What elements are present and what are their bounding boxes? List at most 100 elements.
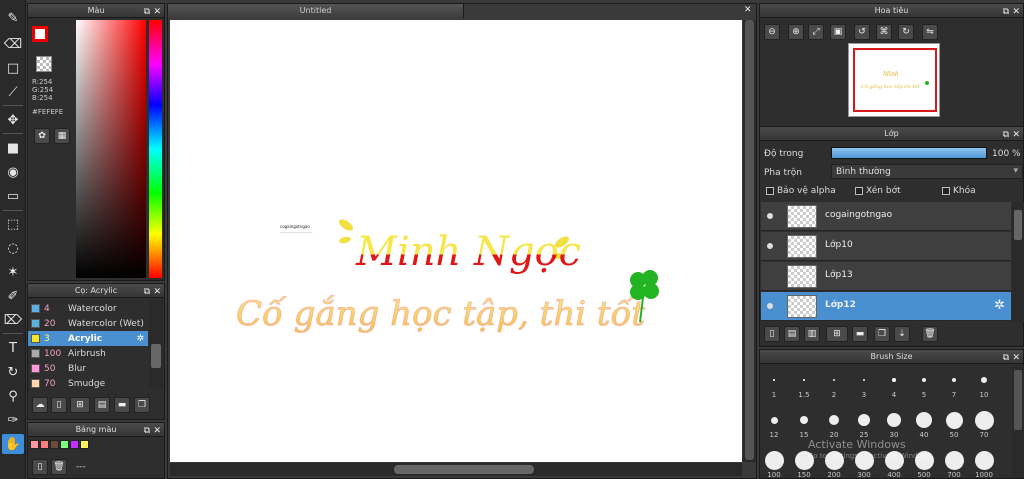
brush-size-dot[interactable] — [858, 414, 870, 426]
color-history-icon[interactable]: ▦ — [54, 128, 70, 144]
expand-icon[interactable]: ⧉ — [1003, 128, 1009, 142]
visibility-icon[interactable] — [767, 303, 773, 309]
brush-item[interactable]: 100 Airbrush — [28, 346, 148, 361]
layer-folder-icon[interactable]: ▬ — [852, 326, 868, 342]
protect-alpha-checkbox[interactable]: Bảo vệ alpha — [766, 186, 836, 196]
brush-size-dot[interactable] — [951, 377, 957, 383]
visibility-icon[interactable] — [767, 213, 773, 219]
line-tool-icon[interactable]: ⟋ — [2, 82, 24, 102]
text-tool-icon[interactable]: T — [2, 338, 24, 358]
rectangle-tool-icon[interactable]: □ — [2, 58, 24, 78]
close-icon[interactable]: ✕ — [1012, 351, 1020, 365]
brush-add-icon[interactable]: ⊞ — [70, 397, 90, 413]
brush-settings-icon[interactable]: ▤ — [94, 397, 110, 413]
brush-size-scrollbar[interactable] — [1012, 366, 1024, 478]
layer-row[interactable]: Lớp10 — [761, 232, 1011, 261]
palette-swatch[interactable] — [30, 440, 39, 449]
hand-tool-icon[interactable]: ✋ — [2, 434, 24, 454]
rotate-right-icon[interactable]: ↻ — [898, 24, 914, 40]
brush-size-dot[interactable] — [773, 379, 775, 381]
pen-tool-icon[interactable]: ✑ — [2, 410, 24, 430]
eyedropper-tool-icon[interactable]: ⚲ — [2, 386, 24, 406]
brush-size-dot[interactable] — [800, 416, 808, 424]
canvas-vertical-scrollbar[interactable] — [743, 20, 756, 462]
foreground-color-swatch[interactable] — [32, 26, 48, 42]
close-icon[interactable]: ✕ — [153, 5, 161, 19]
brush-item[interactable]: 70 Smudge — [28, 376, 148, 391]
transparent-color-swatch[interactable] — [36, 56, 52, 72]
color-palette-icon[interactable]: ✿ — [34, 128, 50, 144]
brush-size-dot[interactable] — [974, 410, 994, 430]
select-pen-tool-icon[interactable]: ✐ — [2, 286, 24, 306]
close-icon[interactable]: ✕ — [153, 424, 161, 438]
new-layer-1bit-icon[interactable]: ▥ — [804, 326, 820, 342]
gear-icon[interactable]: ✲ — [136, 334, 144, 344]
brush-item[interactable]: 20 Watercolor (Wet) — [28, 316, 148, 331]
blend-mode-select[interactable]: Bình thường ▾ — [831, 164, 1023, 179]
brush-size-dot[interactable] — [764, 450, 784, 470]
new-layer-8bit-icon[interactable]: ▤ — [784, 326, 800, 342]
expand-icon[interactable]: ⧉ — [144, 285, 150, 299]
layer-row[interactable]: cogaingotngao — [761, 202, 1011, 231]
visibility-icon[interactable] — [767, 243, 773, 249]
move-tool-icon[interactable]: ✥ — [2, 110, 24, 130]
eraser-tool-icon[interactable]: ⌫ — [2, 34, 24, 54]
merge-layer-icon[interactable]: ⇣ — [894, 326, 910, 342]
gear-icon[interactable]: ✲ — [994, 298, 1005, 313]
bucket-tool-icon[interactable]: ◉ — [2, 162, 24, 182]
brush-size-dot[interactable] — [770, 416, 778, 424]
brush-item[interactable]: 50 Blur — [28, 361, 148, 376]
operation-tool-icon[interactable]: ↻ — [2, 362, 24, 382]
brush-size-dot[interactable] — [922, 378, 926, 382]
brush-size-dot[interactable] — [981, 377, 987, 383]
expand-icon[interactable]: ⧉ — [144, 5, 150, 19]
brush-size-dot[interactable] — [829, 415, 839, 425]
clip-checkbox[interactable]: Xén bớt — [855, 186, 901, 196]
fit-screen-icon[interactable]: ⤢ — [808, 24, 824, 40]
palette-swatch[interactable] — [60, 440, 69, 449]
brush-size-dot[interactable] — [833, 379, 835, 381]
brush-size-dot[interactable] — [887, 413, 901, 427]
zoom-in-icon[interactable]: ⊕ — [788, 24, 804, 40]
magic-wand-tool-icon[interactable]: ✶ — [2, 262, 24, 282]
flip-icon[interactable]: ⇋ — [922, 24, 938, 40]
palette-delete-icon[interactable]: 🗑 — [51, 459, 67, 475]
close-document-icon[interactable]: ✕ — [744, 5, 752, 15]
close-icon[interactable]: ✕ — [1012, 5, 1020, 19]
brush-size-dot[interactable] — [803, 379, 805, 381]
add-layer-menu-icon[interactable]: ⊞ — [826, 326, 848, 342]
lasso-tool-icon[interactable]: ◌ — [2, 238, 24, 258]
palette-swatch[interactable] — [80, 440, 89, 449]
layer-row[interactable]: Lớp13 — [761, 262, 1011, 291]
layer-row[interactable]: Lớp12 ✲ — [761, 292, 1011, 321]
reset-rotate-icon[interactable]: ⌘ — [876, 24, 892, 40]
hue-slider[interactable] — [149, 20, 162, 278]
brush-new-icon[interactable]: ▯ — [51, 397, 67, 413]
fill-rect-tool-icon[interactable]: ■ — [2, 138, 24, 158]
palette-swatch[interactable] — [40, 440, 49, 449]
brush-size-dot[interactable] — [862, 378, 866, 382]
saturation-value-picker[interactable] — [76, 20, 146, 278]
new-layer-icon[interactable]: ▯ — [764, 326, 780, 342]
document-tab[interactable]: Untitled — [168, 4, 464, 18]
brush-size-dot[interactable] — [945, 411, 963, 429]
lock-checkbox[interactable]: Khóa — [942, 186, 976, 196]
expand-icon[interactable]: ⧉ — [1003, 351, 1009, 365]
palette-new-icon[interactable]: ▯ — [32, 459, 48, 475]
brush-tool-icon[interactable]: ✎ — [2, 8, 24, 28]
brush-folder-icon[interactable]: ▬ — [114, 397, 130, 413]
layer-list-scrollbar[interactable] — [1012, 202, 1024, 322]
duplicate-layer-icon[interactable]: ❐ — [874, 326, 890, 342]
close-icon[interactable]: ✕ — [153, 285, 161, 299]
canvas[interactable]: cogaingotngao ~~~~~~~~~~~~~ Minh Ngọc Cố… — [170, 20, 742, 462]
delete-layer-icon[interactable]: 🗑 — [922, 326, 938, 342]
actual-size-icon[interactable]: ▣ — [830, 24, 846, 40]
brush-cloud-icon[interactable]: ☁ — [32, 397, 48, 413]
brush-size-dot[interactable] — [974, 450, 994, 470]
palette-swatch[interactable] — [70, 440, 79, 449]
select-eraser-tool-icon[interactable]: ⌦ — [2, 310, 24, 330]
canvas-horizontal-scrollbar[interactable] — [170, 463, 742, 476]
select-rect-tool-icon[interactable]: ⬚ — [2, 214, 24, 234]
brush-copy-icon[interactable]: ❐ — [134, 397, 150, 413]
zoom-out-icon[interactable]: ⊖ — [764, 24, 780, 40]
